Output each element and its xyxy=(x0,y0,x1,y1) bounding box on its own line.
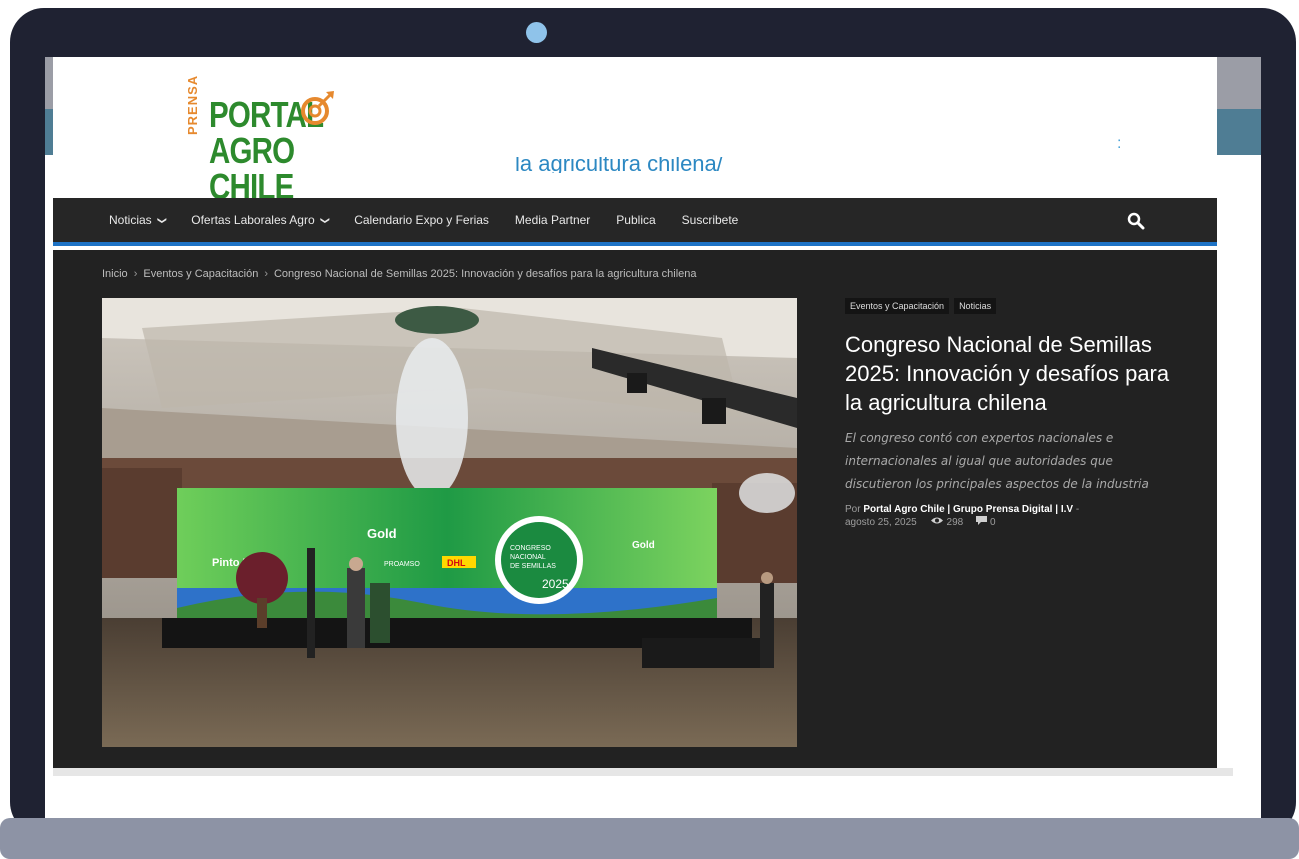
logo-prensa-text: PRENSA xyxy=(185,74,200,135)
at-sign-icon xyxy=(301,91,334,125)
article-hero-section: Inicio › Eventos y Capacitación › Congreso N… xyxy=(53,250,1217,768)
nav-item-ofertas-laborales[interactable]: Ofertas Laborales Agro ❯ xyxy=(191,213,330,227)
event-stage-photo: Gold Gold Pinto Piña DHL PROAMSO CONGRES… xyxy=(102,298,797,747)
laptop-screen: PRENSA PORTAL AGRO CHILE la agricultura … xyxy=(45,57,1261,822)
center-logo-year: 2025 xyxy=(542,577,569,591)
breadcrumb-separator: › xyxy=(133,268,138,280)
hero-image[interactable]: Gold Gold Pinto Piña DHL PROAMSO CONGRES… xyxy=(102,298,797,747)
meta-by: Por xyxy=(845,504,861,515)
header-article-link[interactable]: la agricultura chilena/ xyxy=(515,157,775,173)
meta-author[interactable]: Portal Agro Chile | Grupo Prensa Digital… xyxy=(863,504,1073,515)
breadcrumb-item-current: Congreso Nacional de Semillas 2025: Inno… xyxy=(273,268,697,280)
article-excerpt: El congreso contó con expertos nacionale… xyxy=(845,431,1149,491)
nav-item-label: Ofertas Laborales Agro xyxy=(191,213,315,227)
logo-line-2: AGRO CHILE xyxy=(209,130,295,207)
screen-gold-right: Gold xyxy=(632,540,655,551)
laptop-base xyxy=(0,818,1299,859)
meta-views: 298 xyxy=(946,517,964,528)
laptop-camera xyxy=(526,22,547,43)
meta-dash: - xyxy=(1075,504,1080,515)
site-logo[interactable]: PRENSA PORTAL AGRO CHILE xyxy=(185,75,371,205)
breadcrumb-item-inicio[interactable]: Inicio xyxy=(102,268,128,280)
comment-icon[interactable] xyxy=(975,516,987,525)
nav-item-media-partner[interactable]: Media Partner xyxy=(515,213,590,227)
tag-noticias[interactable]: Noticias xyxy=(954,298,997,314)
nav-item-label: Publica xyxy=(616,213,656,227)
site-header: PRENSA PORTAL AGRO CHILE la agricultura … xyxy=(53,57,1217,205)
article-title: Congreso Nacional de Semillas 2025: Inno… xyxy=(845,332,1170,415)
nav-item-label: Calendario Expo y Ferias xyxy=(354,213,489,227)
nav-item-label: Suscribete xyxy=(681,213,739,227)
breadcrumb-item-category[interactable]: Eventos y Capacitación xyxy=(143,268,258,280)
screen-gold-left: Gold xyxy=(367,526,397,541)
center-logo-line-2: NACIONAL xyxy=(510,554,546,561)
nav-item-calendario[interactable]: Calendario Expo y Ferias xyxy=(354,213,489,227)
center-logo-line-3: DE SEMILLAS xyxy=(510,563,556,570)
chevron-down-icon: ❯ xyxy=(319,216,330,224)
sponsor-dhl: DHL xyxy=(447,558,466,568)
eye-icon xyxy=(930,517,943,524)
meta-date: agosto 25, 2025 xyxy=(845,517,917,528)
sponsor-proamso: PROAMSO xyxy=(384,561,420,568)
section-bottom-edge xyxy=(53,768,1233,776)
search-icon[interactable] xyxy=(1127,212,1145,230)
header-colon: : xyxy=(1117,135,1122,152)
nav-item-label: Noticias xyxy=(109,213,152,227)
article-tags: Eventos y Capacitación Noticias xyxy=(845,298,1175,314)
nav-item-noticias[interactable]: Noticias ❯ xyxy=(109,213,167,227)
breadcrumb: Inicio › Eventos y Capacitación › Congreso N… xyxy=(102,268,697,280)
center-logo-line-1: CONGRESO xyxy=(510,545,551,552)
main-nav: Noticias ❯ Ofertas Laborales Agro ❯ Cale… xyxy=(53,198,1217,246)
article-summary: Eventos y Capacitación Noticias Congreso… xyxy=(845,298,1175,529)
nav-item-publica[interactable]: Publica xyxy=(616,213,655,227)
nav-item-label: Media Partner xyxy=(514,213,591,227)
breadcrumb-separator: › xyxy=(264,268,268,280)
article-meta: Por Portal Agro Chile | Grupo Prensa Dig… xyxy=(845,504,1175,529)
tag-eventos-capacitacion[interactable]: Eventos y Capacitación xyxy=(845,298,950,314)
nav-item-suscribete[interactable]: Suscribete xyxy=(682,213,739,227)
meta-comments: 0 xyxy=(989,517,996,528)
chevron-down-icon: ❯ xyxy=(156,216,167,224)
